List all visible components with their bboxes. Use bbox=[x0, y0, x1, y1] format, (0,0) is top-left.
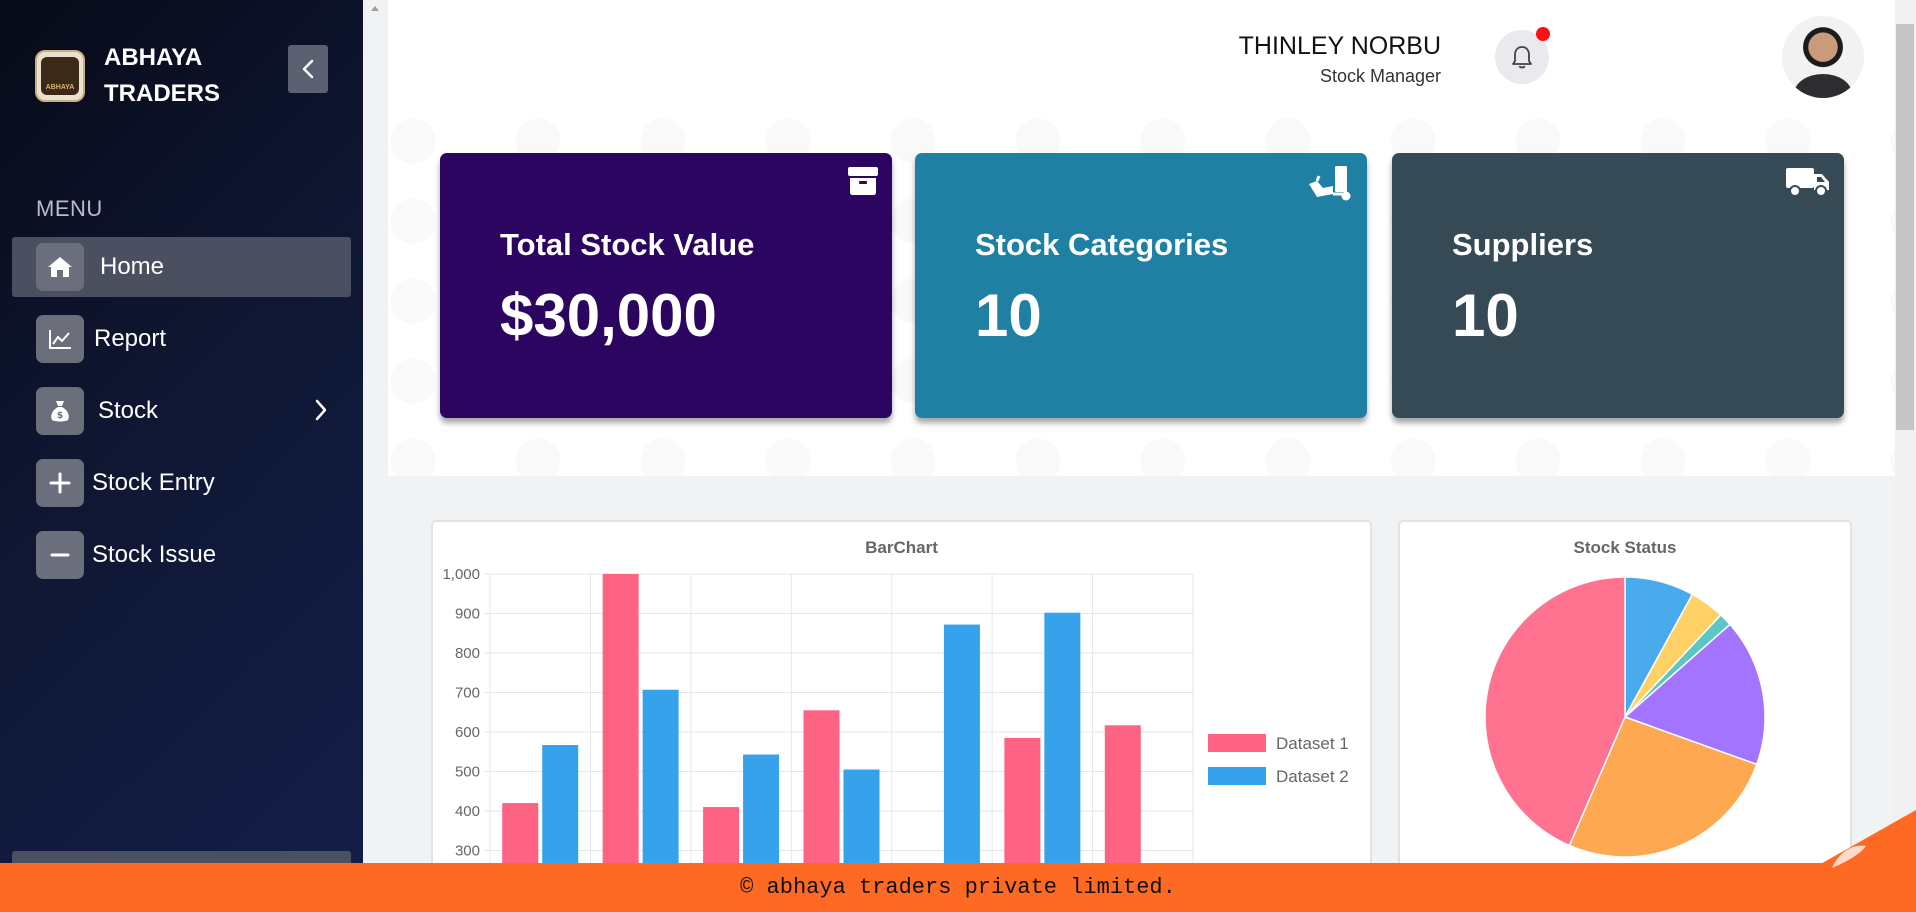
scroll-up-arrow-icon[interactable] bbox=[368, 2, 382, 16]
card-title: Total Stock Value bbox=[500, 227, 755, 262]
truck-icon bbox=[1786, 168, 1829, 197]
bar bbox=[743, 754, 780, 878]
pie-chart-panel: Stock Status bbox=[1398, 520, 1852, 880]
legend-label: Dataset 1 bbox=[1276, 734, 1349, 753]
sidebar-item-label: Home bbox=[100, 253, 165, 280]
dolly-icon bbox=[1309, 166, 1351, 201]
bar bbox=[1104, 725, 1141, 878]
menu-label: MENU bbox=[36, 196, 103, 221]
chart-line-icon bbox=[36, 315, 84, 363]
chevron-left-icon bbox=[302, 59, 314, 79]
brand[interactable]: ABHAYA ABHAYA TRADERS bbox=[35, 40, 224, 112]
scrollbar-thumb[interactable] bbox=[1896, 24, 1914, 430]
home-icon bbox=[36, 243, 84, 291]
bar-chart: 1,000 900 800 700 600 500 400 300 Dataset 1 Datas… bbox=[442, 566, 1349, 878]
collapse-sidebar-button[interactable] bbox=[288, 45, 328, 93]
bell-icon bbox=[1512, 46, 1532, 69]
bar bbox=[642, 689, 679, 878]
y-tick-label: 700 bbox=[455, 685, 480, 702]
sidebar-item-label: Stock Entry bbox=[92, 469, 215, 496]
sidebar-item-label: Stock Issue bbox=[92, 541, 217, 568]
user-role: Stock Manager bbox=[1319, 66, 1441, 86]
sidebar-item-stock-entry[interactable]: Stock Entry bbox=[12, 453, 351, 513]
legend-swatch bbox=[1208, 734, 1266, 752]
y-tick-label: 900 bbox=[455, 606, 480, 623]
bar bbox=[843, 769, 880, 878]
card-suppliers[interactable]: Suppliers 10 bbox=[1392, 153, 1844, 418]
y-tick-label: 500 bbox=[455, 764, 480, 781]
sidebar: ABHAYA ABHAYA TRADERS MENU Home Report $… bbox=[0, 0, 363, 912]
minus-icon bbox=[36, 531, 84, 579]
bar bbox=[1004, 737, 1041, 878]
corner-decoration bbox=[1810, 810, 1916, 870]
money-bag-icon: $ bbox=[36, 387, 84, 435]
brand-logo: ABHAYA bbox=[35, 50, 85, 102]
bar-chart-panel: BarChart 1,000 900 800 700 600 500 400 300 Datas… bbox=[431, 520, 1372, 880]
box-icon bbox=[848, 167, 878, 195]
top-header bbox=[388, 0, 1895, 116]
sidebar-item-report[interactable]: Report bbox=[12, 309, 351, 369]
bar bbox=[542, 745, 579, 878]
card-stock-categories[interactable]: Stock Categories 10 bbox=[915, 153, 1367, 418]
y-tick-label: 800 bbox=[455, 645, 480, 662]
sidebar-item-stock[interactable]: $ Stock bbox=[12, 381, 351, 441]
brand-logo-text: ABHAYA bbox=[41, 57, 79, 95]
legend-swatch bbox=[1208, 767, 1266, 785]
svg-text:$: $ bbox=[57, 411, 63, 421]
bar bbox=[943, 624, 980, 878]
bar bbox=[602, 574, 639, 878]
y-tick-label: 300 bbox=[455, 843, 480, 860]
legend-label: Dataset 2 bbox=[1276, 767, 1349, 786]
footer-text: © abhaya traders private limited. bbox=[740, 875, 1176, 900]
footer: © abhaya traders private limited. bbox=[0, 863, 1916, 912]
sidebar-item-stock-issue[interactable]: Stock Issue bbox=[12, 525, 351, 585]
card-value: $30,000 bbox=[500, 282, 717, 349]
card-value: 10 bbox=[975, 282, 1042, 349]
plus-icon bbox=[36, 459, 84, 507]
y-tick-label: 600 bbox=[455, 724, 480, 741]
sidebar-item-home[interactable]: Home bbox=[12, 237, 351, 297]
bar bbox=[1044, 612, 1081, 878]
sidebar-nav: Home Report $ Stock Stock Entry Stock Is… bbox=[12, 237, 351, 597]
pie-chart bbox=[1484, 576, 1766, 858]
vertical-scrollbar[interactable] bbox=[1894, 0, 1916, 870]
sidebar-item-label: Report bbox=[94, 325, 167, 352]
user-name[interactable]: THINLEY NORBU bbox=[1239, 32, 1441, 61]
chevron-right-icon[interactable] bbox=[313, 397, 329, 423]
y-tick-label: 1,000 bbox=[442, 566, 480, 583]
card-total-stock-value[interactable]: Total Stock Value $30,000 bbox=[440, 153, 892, 418]
bar bbox=[803, 710, 840, 878]
avatar[interactable] bbox=[1782, 16, 1864, 98]
brand-name: ABHAYA TRADERS bbox=[104, 44, 221, 107]
card-value: 10 bbox=[1452, 282, 1519, 349]
card-title: Suppliers bbox=[1452, 227, 1594, 262]
card-title: Stock Categories bbox=[975, 227, 1229, 262]
notification-badge bbox=[1536, 27, 1550, 41]
sidebar-item-label: Stock bbox=[98, 397, 159, 424]
y-tick-label: 400 bbox=[455, 803, 480, 820]
